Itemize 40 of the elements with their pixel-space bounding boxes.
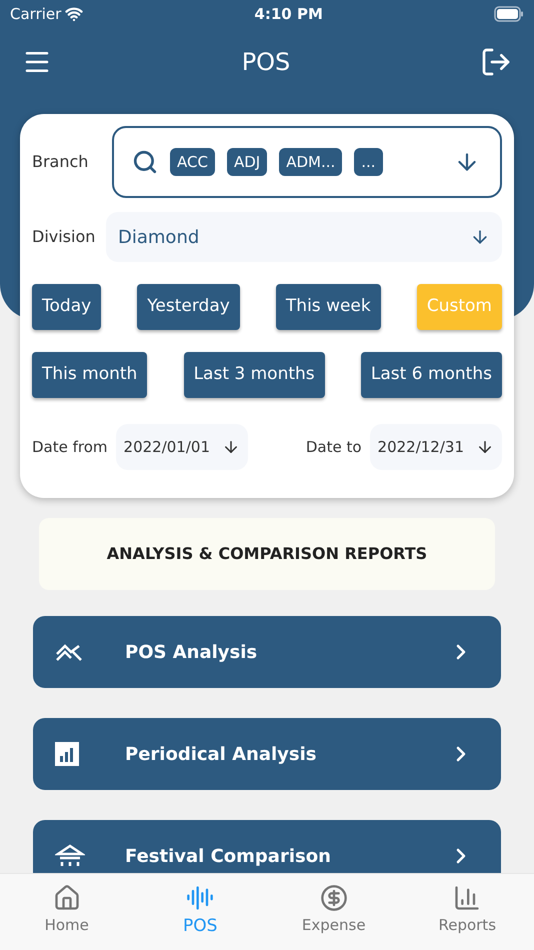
section-title: ANALYSIS & COMPARISON REPORTS <box>39 518 495 590</box>
report-button[interactable]: POS Analysis <box>33 616 501 688</box>
date-range-button[interactable]: Last 3 months <box>184 352 325 398</box>
branch-select[interactable]: ACC ADJ ADM... ... <box>112 126 502 198</box>
report-button[interactable]: Festival Comparison <box>33 820 501 873</box>
date-from-field[interactable]: 2022/01/01 <box>116 424 248 470</box>
tab-item[interactable]: Expense <box>267 874 400 950</box>
division-select[interactable]: Diamond <box>106 212 502 262</box>
bar-chart-icon <box>453 884 482 912</box>
branch-chip: ADJ <box>226 148 268 176</box>
date-range-button[interactable]: Last 6 months <box>360 352 502 398</box>
division-label: Division <box>32 226 94 248</box>
branch-chip: ADM... <box>279 148 342 176</box>
date-to-field[interactable]: 2022/12/31 <box>370 424 502 470</box>
sound-wave-icon <box>186 884 214 912</box>
carrier-label: Carrier <box>10 4 62 25</box>
dropdown-arrow-icon <box>222 438 240 456</box>
wifi-icon <box>65 5 84 23</box>
date-range-button[interactable]: This month <box>32 352 148 398</box>
logout-button[interactable] <box>480 46 512 78</box>
branch-chip: ACC <box>170 148 215 176</box>
branch-label: Branch <box>32 151 90 173</box>
branch-chip: ... <box>354 148 383 176</box>
date-from-label: Date from <box>32 436 108 458</box>
status-time: 4:10 PM <box>254 4 323 25</box>
home-icon <box>52 884 81 912</box>
date-range-button[interactable]: Yesterday <box>137 284 240 330</box>
tent-icon <box>55 844 85 868</box>
date-range-button[interactable]: Today <box>32 284 102 330</box>
date-to-label: Date to <box>306 436 362 458</box>
tab-item[interactable]: Home <box>0 874 134 950</box>
bar-chart-icon <box>55 742 79 766</box>
battery-icon <box>494 6 524 22</box>
search-icon <box>132 149 158 175</box>
report-button[interactable]: Periodical Analysis <box>33 718 501 790</box>
page-title: POS <box>242 47 290 78</box>
date-range-button[interactable]: This week <box>276 284 381 330</box>
dropdown-arrow-icon <box>476 438 494 456</box>
chevrons-trend-icon <box>55 642 83 662</box>
tab-item[interactable]: Reports <box>400 874 534 950</box>
